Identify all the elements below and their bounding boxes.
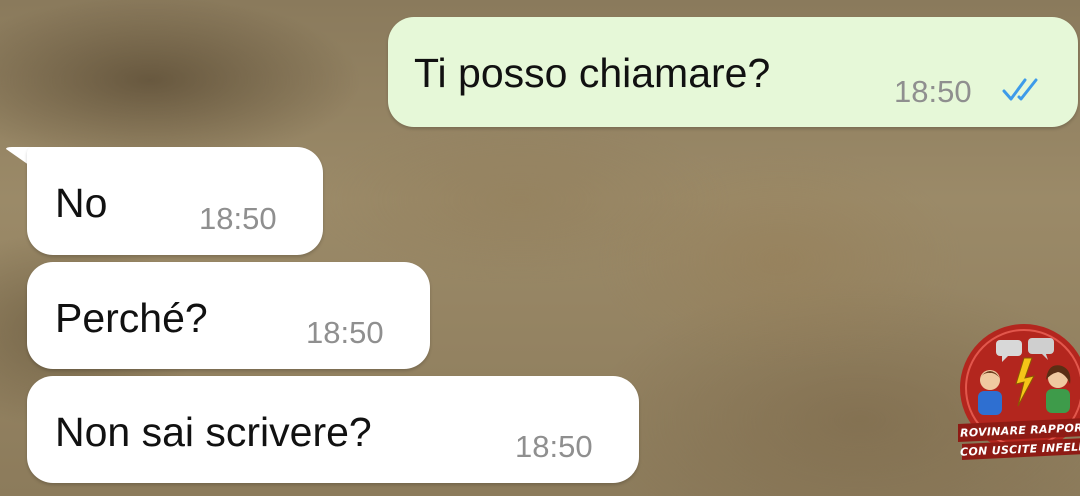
message-text: Non sai scrivere?	[55, 409, 372, 455]
double-check-read-icon	[1002, 78, 1038, 101]
message-text: Ti posso chiamare?	[414, 50, 771, 96]
watermark-logo: ROVINARE RAPPORTI CON USCITE INFELICI	[958, 318, 1080, 478]
message-text: No	[55, 180, 108, 226]
message-bubble-outgoing[interactable]: Ti posso chiamare? 18:50	[388, 17, 1078, 127]
message-time: 18:50	[515, 429, 593, 464]
message-bubble-incoming[interactable]: No 18:50	[27, 147, 323, 255]
message-time: 18:50	[306, 315, 384, 350]
message-text: Perché?	[55, 295, 208, 341]
message-bubble-incoming[interactable]: Non sai scrivere? 18:50	[27, 376, 639, 483]
message-time: 18:50	[199, 201, 277, 236]
message-time: 18:50	[894, 74, 972, 109]
message-bubble-incoming[interactable]: Perché? 18:50	[27, 262, 430, 369]
